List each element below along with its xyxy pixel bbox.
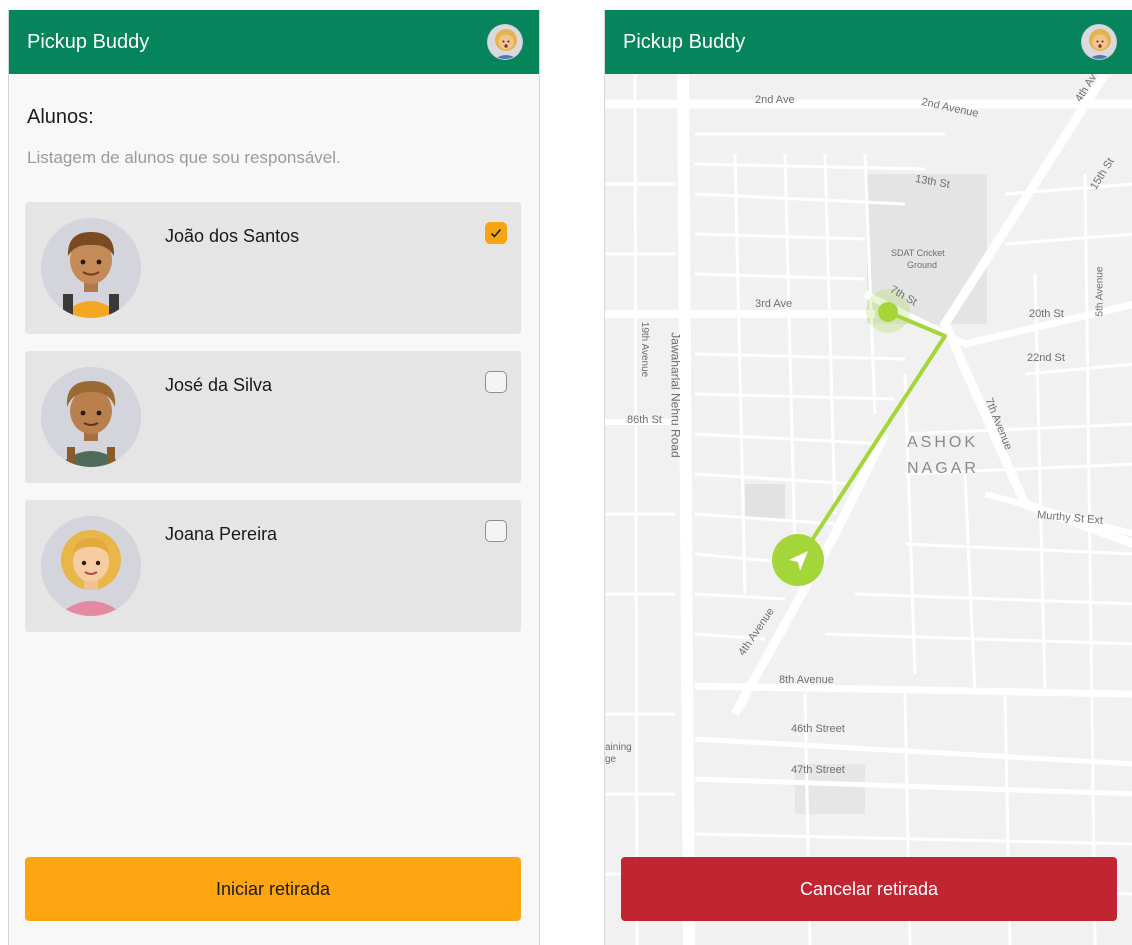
student-checkbox[interactable] xyxy=(485,222,507,244)
map-label: SDAT Cricket xyxy=(891,248,945,258)
girl-avatar-icon xyxy=(41,516,141,616)
cancel-pickup-button[interactable]: Cancelar retirada xyxy=(621,857,1117,921)
student-name: João dos Santos xyxy=(165,226,300,246)
boy-avatar-icon xyxy=(41,218,141,318)
start-pickup-button[interactable]: Iniciar retirada xyxy=(25,857,521,921)
map-label: 5th Avenue xyxy=(1094,266,1106,317)
student-name: José da Silva xyxy=(165,375,273,395)
boy-avatar-icon xyxy=(41,367,141,467)
map-label: ge xyxy=(605,754,617,765)
check-icon xyxy=(490,228,502,238)
students-heading: Alunos: xyxy=(27,106,94,128)
student-card[interactable]: José da Silva xyxy=(25,351,521,483)
user-avatar[interactable] xyxy=(1081,24,1117,60)
map-label: NAGAR xyxy=(907,460,979,477)
student-card[interactable]: João dos Santos xyxy=(25,202,521,334)
students-subheading: Listagem de alunos que sou responsável. xyxy=(27,148,341,167)
student-checkbox[interactable] xyxy=(485,520,507,542)
map-label: 46th Street xyxy=(791,723,845,735)
map-label: 3rd Ave xyxy=(755,298,793,310)
student-name: Joana Pereira xyxy=(165,524,278,544)
user-avatar-icon xyxy=(488,25,522,59)
student-avatar xyxy=(41,516,141,616)
map-screen: Pickup Buddy 2nd Ave 2nd Avenue 4th Av 1… xyxy=(604,10,1132,945)
current-location-marker[interactable] xyxy=(772,534,824,586)
map-label: 8th Avenue xyxy=(779,674,834,686)
map-label: 86th St xyxy=(627,414,662,426)
app-bar: Pickup Buddy xyxy=(9,10,539,74)
student-checkbox[interactable] xyxy=(485,371,507,393)
map-label: 19th Avenue xyxy=(639,321,651,378)
map-label: aining xyxy=(605,742,632,753)
user-avatar[interactable] xyxy=(487,24,523,60)
student-avatar xyxy=(41,367,141,467)
student-list-screen: Pickup Buddy Alunos: Listagem de alunos … xyxy=(8,10,540,945)
student-avatar xyxy=(41,218,141,318)
map-label: 20th St xyxy=(1029,308,1064,320)
app-bar: Pickup Buddy xyxy=(605,10,1132,74)
map-label: 2nd Ave xyxy=(755,94,795,106)
app-title: Pickup Buddy xyxy=(27,30,150,53)
map-label: Ground xyxy=(907,260,938,270)
map-label: ASHOK xyxy=(907,434,979,451)
app-title: Pickup Buddy xyxy=(623,30,746,53)
map-label: 22nd St xyxy=(1027,352,1065,364)
map-label: Jawaharlal Nehru Road xyxy=(668,332,683,458)
student-card[interactable]: Joana Pereira xyxy=(25,500,521,632)
map-label: 47th Street xyxy=(791,764,845,776)
user-avatar-icon xyxy=(1082,25,1116,59)
